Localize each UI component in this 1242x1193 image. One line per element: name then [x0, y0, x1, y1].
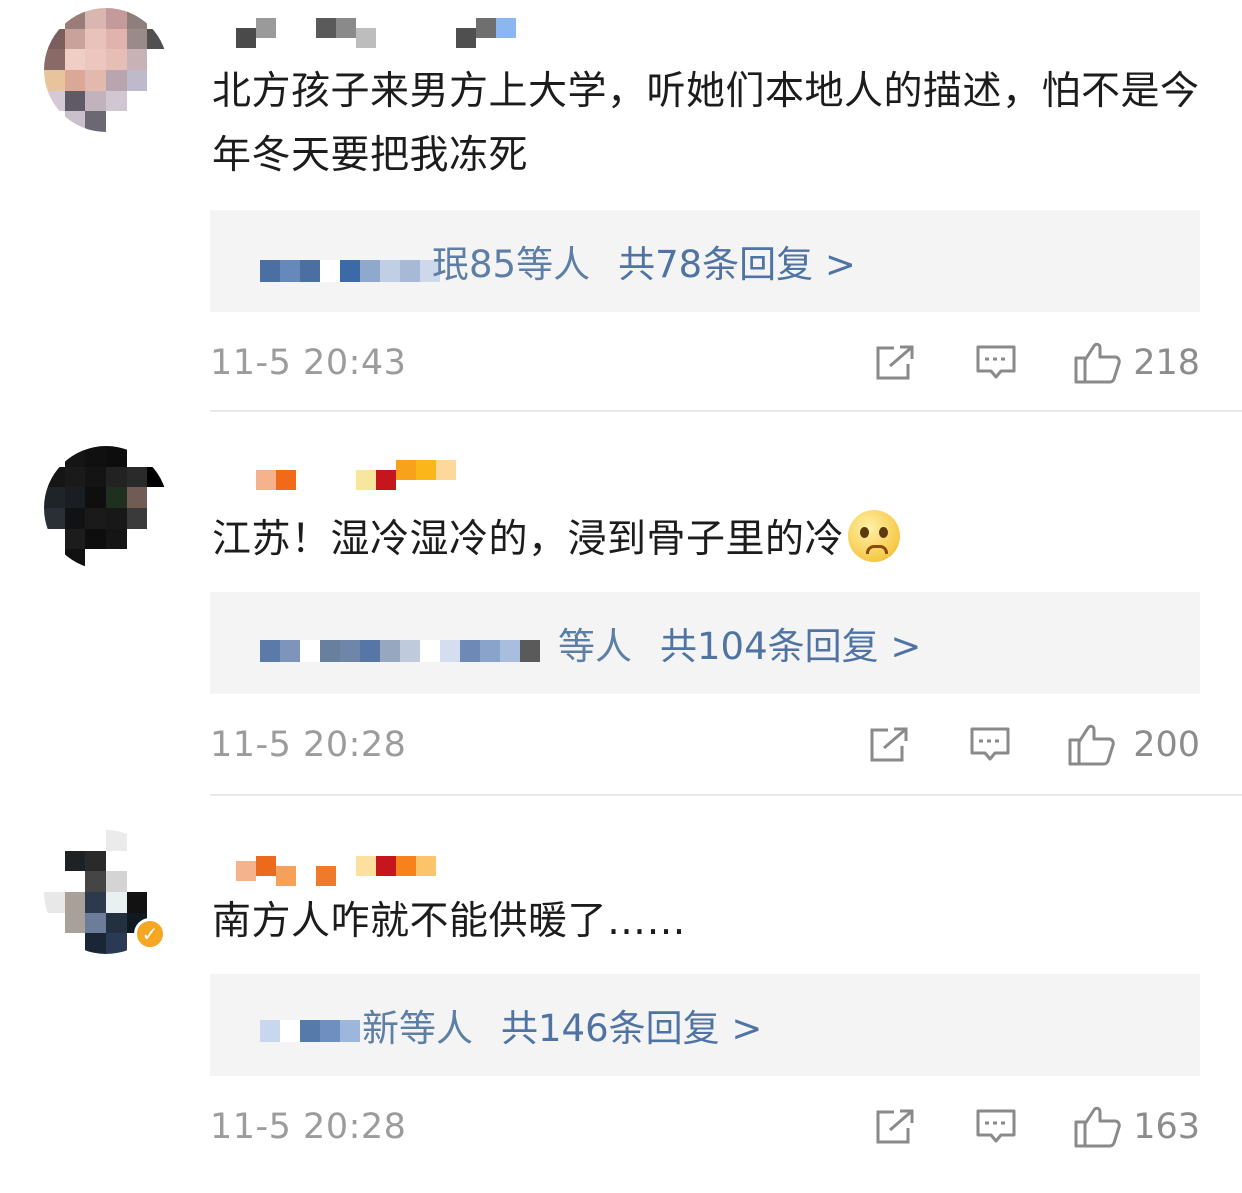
comment-icon[interactable]: [975, 1108, 1017, 1146]
share-icon[interactable]: [874, 1108, 916, 1146]
reply-users: 新等人: [362, 1007, 473, 1050]
verified-badge-icon: ✓: [134, 918, 166, 950]
timestamp: 11-5 20:28: [210, 1107, 407, 1147]
username-blurred[interactable]: [216, 846, 436, 886]
comment-item: ✓ 南方人咋就不能供暖了…… 新等人 共146条回复 > 11-5 20:28 …: [0, 0, 1242, 1193]
comment-text: 南方人咋就不能供暖了……: [212, 899, 687, 944]
reply-preview[interactable]: 新等人 共146条回复 >: [210, 974, 1200, 1076]
replier-names-blurred: [260, 1020, 360, 1042]
like-icon[interactable]: [1074, 1104, 1122, 1148]
reply-summary[interactable]: 新等人 共146条回复 >: [362, 974, 762, 1076]
reply-count-link[interactable]: 共146条回复 >: [501, 998, 762, 1052]
like-count: 163: [1133, 1107, 1200, 1147]
comment-meta: 11-5 20:28 163: [210, 1102, 1200, 1152]
